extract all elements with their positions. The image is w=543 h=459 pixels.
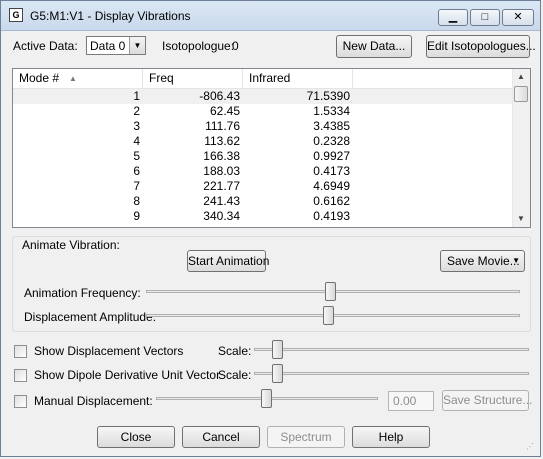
new-data-button[interactable]: New Data...: [336, 35, 412, 58]
cell-infrared: 0.9927: [313, 149, 350, 163]
resize-grip-icon[interactable]: ⋰: [526, 442, 536, 452]
table-scrollbar[interactable]: ▲ ▼: [512, 69, 530, 227]
cell-infrared: 3.4385: [313, 119, 350, 133]
cell-infrared: 0.2328: [313, 134, 350, 148]
dipole-scale-label: Scale:: [218, 368, 252, 382]
animate-vibration-label: Animate Vibration:: [22, 238, 120, 252]
table-row[interactable]: 7 221.77 4.6949: [13, 179, 513, 194]
save-movie-label: Save Movie...: [447, 254, 520, 268]
table-row[interactable]: 2 62.45 1.5334: [13, 104, 513, 119]
table-header: Mode # ▲ Freq Infrared: [13, 69, 513, 89]
close-icon: ✕: [513, 11, 523, 23]
manual-displacement-label: Manual Displacement:: [34, 394, 153, 408]
table-row[interactable]: 1 -806.43 71.5390: [13, 89, 513, 104]
table-row[interactable]: 8 241.43 0.6162: [13, 194, 513, 209]
cell-infrared: 71.5390: [306, 89, 350, 103]
help-button[interactable]: Help: [352, 426, 430, 448]
table-row[interactable]: 6 188.03 0.4173: [13, 164, 513, 179]
cell-infrared: 0.4193: [313, 209, 350, 223]
chevron-down-icon[interactable]: ▼: [129, 37, 145, 54]
animation-frequency-label: Animation Frequency:: [24, 286, 141, 300]
vibrations-table[interactable]: Mode # ▲ Freq Infrared 1 -806.43 71.5390 2 6…: [12, 68, 531, 228]
minimize-icon: ▁: [448, 11, 458, 23]
dipole-scale-slider-track[interactable]: [254, 372, 529, 375]
table-row[interactable]: 3 111.76 3.4385: [13, 119, 513, 134]
displacement-scale-slider-thumb[interactable]: [272, 340, 283, 359]
save-structure-button[interactable]: Save Structure...: [442, 390, 532, 411]
column-header-infrared[interactable]: Infrared: [243, 69, 353, 88]
save-movie-button[interactable]: Save Movie... ▼: [440, 250, 525, 272]
cell-infrared: 4.6949: [313, 179, 350, 193]
dipole-scale-slider-thumb[interactable]: [272, 364, 283, 383]
scroll-up-icon[interactable]: ▲: [513, 69, 529, 85]
show-displacement-vectors-checkbox[interactable]: [14, 345, 27, 358]
maximize-button[interactable]: □: [470, 9, 500, 26]
displacement-scale-label: Scale:: [218, 344, 252, 358]
cancel-button[interactable]: Cancel: [182, 426, 260, 448]
maximize-icon: □: [481, 11, 489, 23]
close-button[interactable]: Close: [97, 426, 175, 448]
active-data-value: Data 0: [90, 39, 126, 53]
sort-ascending-icon: ▲: [69, 74, 77, 83]
start-animation-button[interactable]: Start Animation: [187, 250, 269, 272]
cell-infrared: 1.5334: [313, 104, 350, 118]
cell-infrared: 0.6162: [313, 194, 350, 208]
close-window-button[interactable]: ✕: [502, 9, 534, 26]
show-dipole-derivative-checkbox[interactable]: [14, 369, 27, 382]
column-header-freq[interactable]: Freq: [143, 69, 243, 88]
spectrum-button[interactable]: Spectrum: [267, 426, 345, 448]
app-icon: G: [9, 8, 23, 22]
table-row[interactable]: 4 113.62 0.2328: [13, 134, 513, 149]
window-title: G5:M1:V1 - Display Vibrations: [30, 9, 191, 23]
animation-frequency-slider-thumb[interactable]: [325, 282, 336, 301]
scrollbar-thumb[interactable]: [514, 86, 528, 102]
display-vibrations-window: G G5:M1:V1 - Display Vibrations ▁ □ ✕ Ac…: [0, 0, 541, 457]
column-header-mode[interactable]: Mode # ▲: [13, 69, 143, 88]
show-dipole-derivative-label: Show Dipole Derivative Unit Vector: [34, 368, 221, 382]
show-displacement-vectors-label: Show Displacement Vectors: [34, 344, 184, 358]
manual-displacement-input[interactable]: 0.00: [388, 391, 434, 411]
displacement-amplitude-slider-thumb[interactable]: [323, 306, 334, 325]
displacement-amplitude-label: Displacement Amplitude:: [24, 310, 157, 324]
table-row[interactable]: 9 340.34 0.4193: [13, 209, 513, 224]
table-row[interactable]: 5 166.38 0.9927: [13, 149, 513, 164]
dropdown-arrow-icon: ▼: [512, 256, 520, 265]
manual-displacement-checkbox[interactable]: [14, 395, 27, 408]
active-data-select[interactable]: Data 0 ▼: [86, 36, 146, 55]
active-data-label: Active Data:: [13, 39, 78, 53]
minimize-button[interactable]: ▁: [438, 9, 468, 26]
edit-isotopologues-button[interactable]: Edit Isotopologues...: [426, 35, 536, 58]
isotopologue-value: 0: [232, 39, 239, 53]
column-header-mode-label: Mode #: [19, 71, 60, 85]
scroll-down-icon[interactable]: ▼: [513, 211, 529, 227]
manual-displacement-slider-thumb[interactable]: [261, 389, 272, 408]
cell-infrared: 0.4173: [313, 164, 350, 178]
isotopologue-label: Isotopologue:: [162, 39, 235, 53]
displacement-scale-slider-track[interactable]: [254, 348, 529, 351]
title-bar[interactable]: G G5:M1:V1 - Display Vibrations ▁ □ ✕: [1, 1, 540, 31]
